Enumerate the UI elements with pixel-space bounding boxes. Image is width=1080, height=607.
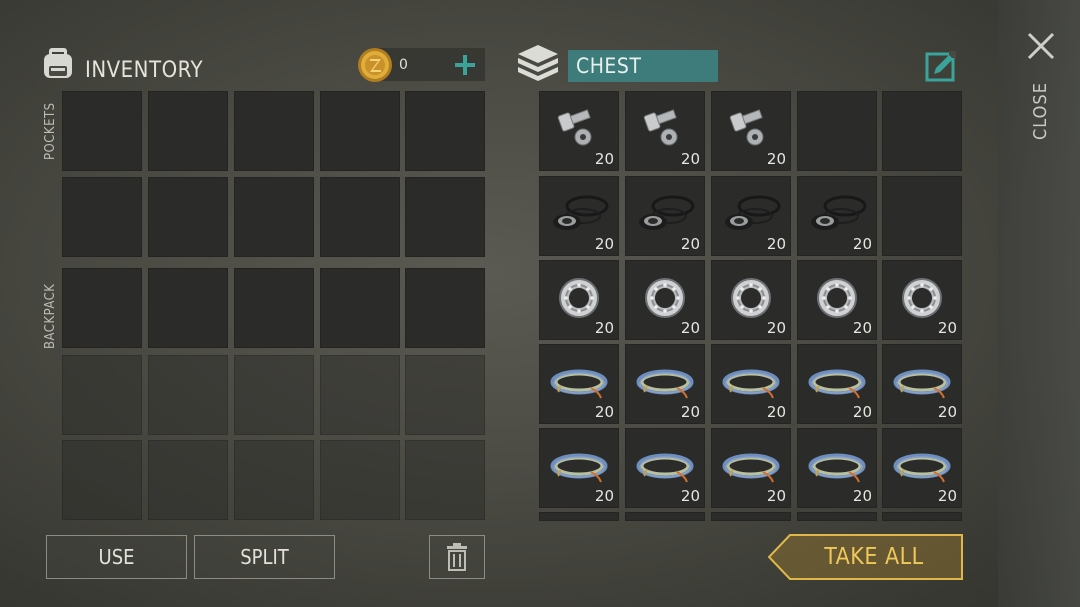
- chest-slot-wires[interactable]: 20: [882, 344, 962, 424]
- item-quantity: 20: [594, 487, 614, 505]
- item-quantity: 20: [680, 235, 700, 253]
- close-x-icon[interactable]: [1026, 31, 1056, 61]
- chest-slot-empty[interactable]: [882, 176, 962, 256]
- backpack-slot: [234, 355, 314, 435]
- chest-slot-partial: [797, 512, 877, 521]
- pocket-slot[interactable]: [148, 177, 228, 257]
- backpack-slot: [405, 355, 485, 435]
- edit-pencil-icon[interactable]: [925, 50, 957, 82]
- plus-icon[interactable]: [453, 53, 477, 77]
- chest-slot-partial: [882, 512, 962, 521]
- take-all-label: TAKE ALL: [824, 544, 924, 570]
- chest-slot-wires[interactable]: 20: [625, 344, 705, 424]
- chest-slot-bearing[interactable]: 20: [625, 260, 705, 340]
- pocket-slot[interactable]: [405, 91, 485, 171]
- chest-slot-rubber-seals[interactable]: 20: [797, 176, 877, 256]
- coin-count: 0: [399, 57, 408, 73]
- backpack-label: BACKPACK: [43, 283, 58, 349]
- z-coin-icon: [356, 46, 394, 84]
- trash-icon: [446, 543, 468, 571]
- backpack-slot: [62, 440, 142, 520]
- chest-slot-bearing[interactable]: 20: [797, 260, 877, 340]
- item-quantity: 20: [680, 487, 700, 505]
- chest-slot-wires[interactable]: 20: [539, 428, 619, 508]
- backpack-slot: [62, 355, 142, 435]
- item-quantity: 20: [766, 150, 786, 168]
- chest-slot-bolts-and-nuts[interactable]: 20: [539, 91, 619, 171]
- chest-slot-wires[interactable]: 20: [797, 344, 877, 424]
- backpack-slot: [234, 440, 314, 520]
- backpack-slot[interactable]: [62, 268, 142, 348]
- item-quantity: 20: [594, 235, 614, 253]
- chest-slot-rubber-seals[interactable]: 20: [625, 176, 705, 256]
- inventory-title: INVENTORY: [85, 58, 204, 83]
- item-quantity: 20: [766, 319, 786, 337]
- item-quantity: 20: [594, 403, 614, 421]
- backpack-slot: [320, 355, 400, 435]
- chest-slot-partial: [539, 512, 619, 521]
- chest-slot-partial: [625, 512, 705, 521]
- trash-button[interactable]: [429, 535, 485, 579]
- chest-slot-bearing[interactable]: 20: [711, 260, 791, 340]
- backpack-icon: [38, 42, 78, 82]
- chest-slot-rubber-seals[interactable]: 20: [539, 176, 619, 256]
- close-label[interactable]: CLOSE: [1030, 82, 1051, 140]
- item-quantity: 20: [680, 150, 700, 168]
- split-button[interactable]: SPLIT: [194, 535, 335, 579]
- chest-slot-wires[interactable]: 20: [711, 344, 791, 424]
- chest-slot-bolts-and-nuts[interactable]: 20: [711, 91, 791, 171]
- pocket-slot[interactable]: [62, 91, 142, 171]
- backpack-slot[interactable]: [320, 268, 400, 348]
- pocket-slot[interactable]: [320, 91, 400, 171]
- chest-slot-empty[interactable]: [882, 91, 962, 171]
- chest-slot-bearing[interactable]: 20: [539, 260, 619, 340]
- item-quantity: 20: [680, 403, 700, 421]
- pocket-slot[interactable]: [320, 177, 400, 257]
- item-quantity: 20: [594, 319, 614, 337]
- take-all-button[interactable]: TAKE ALL: [768, 534, 964, 580]
- backpack-slot: [320, 440, 400, 520]
- backpack-slot: [148, 440, 228, 520]
- pockets-label: POCKETS: [43, 102, 58, 160]
- chest-slot-wires[interactable]: 20: [711, 428, 791, 508]
- chest-slot-rubber-seals[interactable]: 20: [711, 176, 791, 256]
- chest-icon: [515, 42, 561, 84]
- item-quantity: 20: [852, 235, 872, 253]
- use-button[interactable]: USE: [46, 535, 187, 579]
- item-quantity: 20: [594, 150, 614, 168]
- chest-slot-empty[interactable]: [797, 91, 877, 171]
- pocket-slot[interactable]: [148, 91, 228, 171]
- item-quantity: 20: [680, 319, 700, 337]
- chest-slot-wires[interactable]: 20: [539, 344, 619, 424]
- item-quantity: 20: [937, 403, 957, 421]
- backpack-slot: [405, 440, 485, 520]
- item-quantity: 20: [937, 487, 957, 505]
- backpack-slot[interactable]: [234, 268, 314, 348]
- backpack-slot: [148, 355, 228, 435]
- item-quantity: 20: [852, 487, 872, 505]
- chest-slot-bearing[interactable]: 20: [882, 260, 962, 340]
- pocket-slot[interactable]: [62, 177, 142, 257]
- chest-slot-wires[interactable]: 20: [797, 428, 877, 508]
- pocket-slot[interactable]: [405, 177, 485, 257]
- chest-slot-bolts-and-nuts[interactable]: 20: [625, 91, 705, 171]
- item-quantity: 20: [766, 235, 786, 253]
- chest-slot-wires[interactable]: 20: [882, 428, 962, 508]
- chest-slot-partial: [711, 512, 791, 521]
- item-quantity: 20: [766, 403, 786, 421]
- pocket-slot[interactable]: [234, 91, 314, 171]
- pocket-slot[interactable]: [234, 177, 314, 257]
- chest-slot-wires[interactable]: 20: [625, 428, 705, 508]
- item-quantity: 20: [852, 403, 872, 421]
- backpack-slot[interactable]: [405, 268, 485, 348]
- item-quantity: 20: [937, 319, 957, 337]
- chest-title: CHEST: [576, 54, 642, 78]
- item-quantity: 20: [852, 319, 872, 337]
- item-quantity: 20: [766, 487, 786, 505]
- backpack-slot[interactable]: [148, 268, 228, 348]
